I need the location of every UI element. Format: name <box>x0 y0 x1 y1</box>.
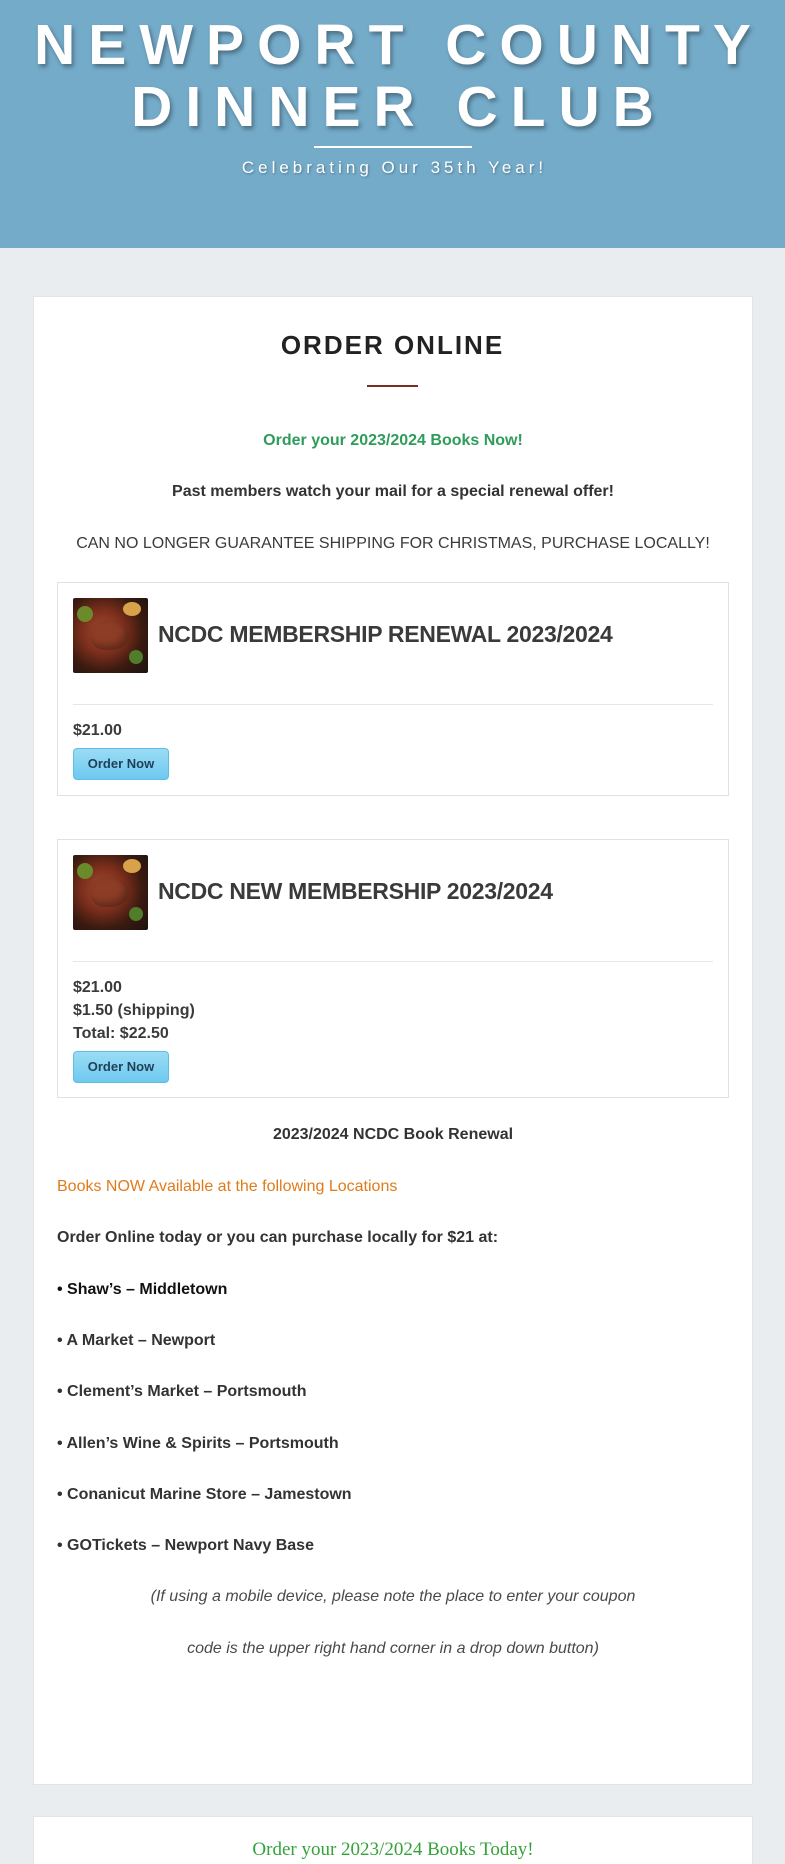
order-text: Order Online today or you can purchase l… <box>57 1229 499 1246</box>
mobile-note-line2: code is the upper right hand corner in a… <box>187 1640 599 1657</box>
product-new-membership: NCDC NEW MEMBERSHIP 2023/2024 $21.00 $1.… <box>57 839 729 1098</box>
location-item: • A Market – Newport <box>57 1332 216 1349</box>
renewal-heading: 2023/2024 NCDC Book Renewal <box>272 1126 514 1143</box>
location-item: • Conanicut Marine Store – Jamestown <box>57 1486 352 1503</box>
site-title-line1[interactable]: NEWPORT COUNTY <box>0 14 785 76</box>
location-item: • GOTickets – Newport Navy Base <box>57 1537 314 1554</box>
order-books-today-text: Order your 2023/2024 Books Today! <box>252 1839 534 1860</box>
product-image[interactable] <box>73 598 148 673</box>
renewal-offer-text: Past members watch your mail for a speci… <box>172 483 614 500</box>
order-now-button[interactable]: Order Now <box>73 748 169 780</box>
order-books-text: Order your 2023/2024 Books Now! <box>263 432 523 449</box>
order-now-button[interactable]: Order Now <box>73 1051 169 1083</box>
mobile-note-line1: (If using a mobile device, please note t… <box>150 1588 636 1605</box>
product-price: $21.00 <box>73 979 122 996</box>
product-image[interactable] <box>73 855 148 930</box>
heading-divider <box>367 385 418 387</box>
site-title-line2[interactable]: DINNER CLUB <box>0 76 785 138</box>
product-title: NCDC MEMBERSHIP RENEWAL 2023/2024 <box>158 621 613 647</box>
product-title: NCDC NEW MEMBERSHIP 2023/2024 <box>158 878 553 904</box>
location-item: • Shaw’s – Middletown <box>57 1281 228 1298</box>
product-divider <box>73 704 713 705</box>
page-title: ORDER ONLINE <box>280 330 505 360</box>
site-tagline: Celebrating Our 35th Year! <box>241 158 548 177</box>
locations-heading: Books NOW Available at the following Loc… <box>57 1178 398 1195</box>
product-renewal: NCDC MEMBERSHIP RENEWAL 2023/2024 $21.00… <box>57 582 729 796</box>
site-header: NEWPORT COUNTY DINNER CLUB Celebrating O… <box>0 0 785 248</box>
title-divider <box>314 146 472 148</box>
product-price: $21.00 <box>73 722 122 739</box>
product-divider <box>73 961 713 962</box>
location-item: • Allen’s Wine & Spirits – Portsmouth <box>57 1435 339 1452</box>
location-item: • Clement’s Market – Portsmouth <box>57 1383 307 1400</box>
shipping-notice: CAN NO LONGER GUARANTEE SHIPPING FOR CHR… <box>76 535 710 552</box>
product-total: Total: $22.50 <box>73 1025 169 1042</box>
product-shipping: $1.50 (shipping) <box>73 1002 195 1019</box>
